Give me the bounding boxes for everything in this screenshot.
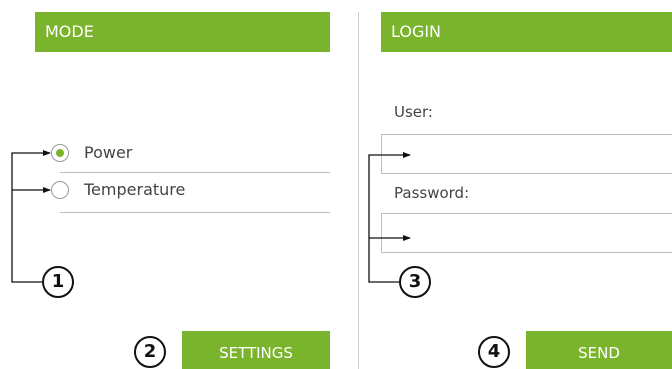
send-button[interactable]: SEND bbox=[526, 331, 672, 369]
option-separator bbox=[60, 212, 330, 213]
radio-temperature[interactable] bbox=[51, 181, 69, 199]
login-panel-title: LOGIN bbox=[381, 12, 672, 52]
mode-panel-title: MODE bbox=[35, 12, 330, 52]
callout-badge-1: 1 bbox=[42, 266, 74, 298]
password-label: Password: bbox=[394, 184, 470, 202]
option-label-power: Power bbox=[84, 143, 133, 162]
panel-divider bbox=[358, 12, 359, 369]
settings-button[interactable]: SETTINGS bbox=[182, 331, 330, 369]
screen: MODE Power Temperature 1 2 SETTINGS LOGI… bbox=[0, 0, 672, 369]
callout-badge-2: 2 bbox=[134, 336, 166, 368]
password-field[interactable] bbox=[381, 213, 672, 253]
user-field[interactable] bbox=[381, 134, 672, 174]
callout-1-connector bbox=[11, 150, 51, 283]
option-separator bbox=[60, 172, 330, 173]
callout-badge-4: 4 bbox=[478, 336, 510, 368]
user-label: User: bbox=[394, 103, 433, 121]
callout-badge-3: 3 bbox=[399, 266, 431, 298]
option-label-temperature: Temperature bbox=[84, 180, 186, 199]
radio-selected-icon bbox=[55, 148, 64, 157]
radio-power[interactable] bbox=[51, 144, 69, 162]
